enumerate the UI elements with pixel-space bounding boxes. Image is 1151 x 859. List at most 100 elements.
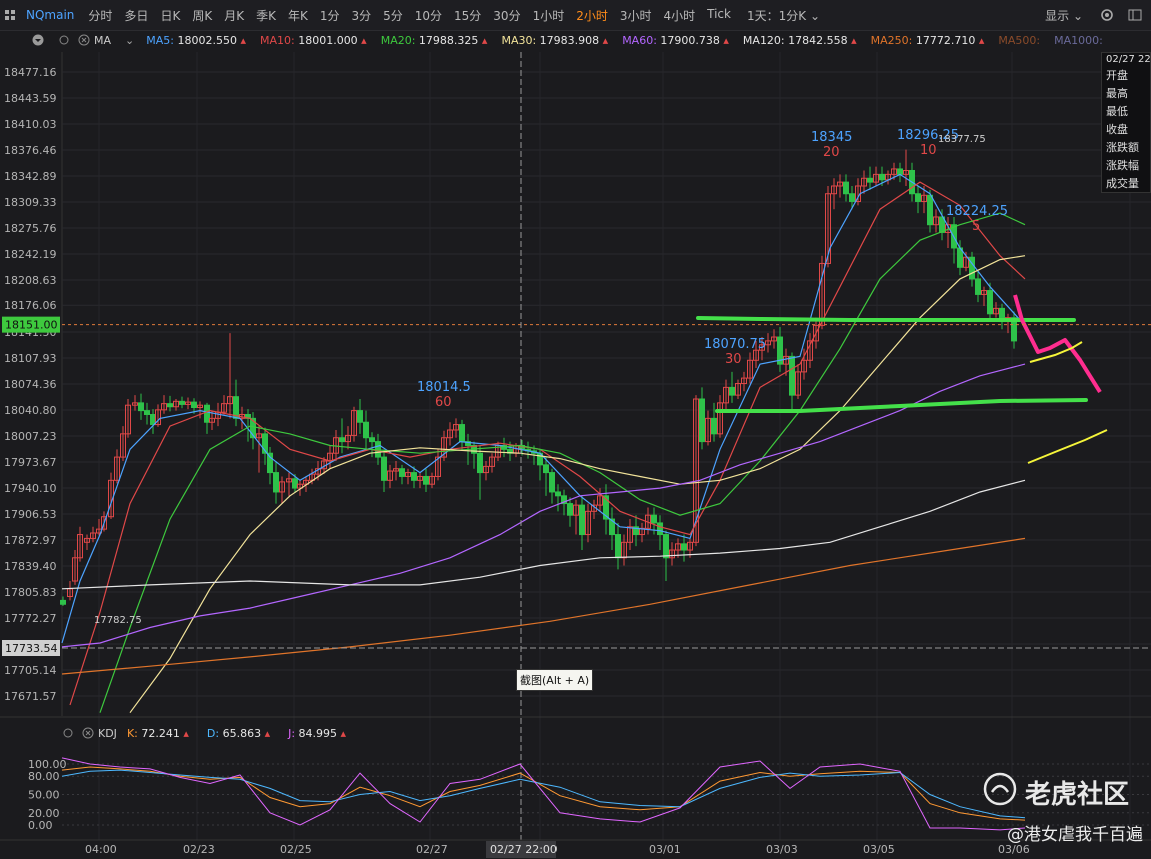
close-icon[interactable] bbox=[78, 723, 98, 743]
candle-body bbox=[549, 472, 555, 493]
y-tick-label: 17973.67 bbox=[4, 456, 57, 469]
y-tick-label: 18208.63 bbox=[4, 274, 57, 287]
kdj-number: 84.995 bbox=[295, 726, 338, 740]
y-tick-label: 18107.93 bbox=[4, 352, 57, 365]
settings-icon[interactable] bbox=[58, 723, 78, 743]
y-tick-label: 18074.36 bbox=[4, 378, 57, 391]
price-annotation: 18377.75 bbox=[938, 134, 986, 145]
ohlc-info-panel: 02/27 22: 开盘 最高 最低 收盘 涨跌额 涨跌幅 成交量 bbox=[1101, 52, 1151, 193]
price-annotation: 20 bbox=[823, 145, 840, 160]
y-tick-label: 18376.46 bbox=[4, 144, 57, 157]
candle-body bbox=[167, 403, 173, 408]
candle-body bbox=[543, 464, 549, 474]
kdj-value: D: 65.863 ▴ bbox=[207, 727, 270, 740]
kdj-indicator-label[interactable]: KDJ bbox=[98, 727, 117, 740]
y-tick-label: 18443.59 bbox=[4, 92, 57, 105]
candle-body bbox=[657, 522, 663, 536]
y-tick-label: 17839.40 bbox=[4, 560, 57, 573]
price-annotation: 30 bbox=[725, 352, 742, 367]
kdj-tick-label: 50.00 bbox=[28, 789, 60, 802]
candle-body bbox=[477, 452, 483, 474]
ma120-line bbox=[61, 479, 1026, 590]
kdj-legend-bar: KDJ K: 72.241 ▴ D: 65.863 ▴ J: 84.995 ▴ bbox=[0, 724, 364, 742]
x-tick-label: 02/23 bbox=[183, 843, 215, 856]
y-tick-label: 17940.10 bbox=[4, 482, 57, 495]
info-row-label: 最高 bbox=[1106, 87, 1128, 100]
candle-body bbox=[179, 400, 185, 405]
candle-body bbox=[729, 386, 735, 396]
price-annotation: 5 bbox=[972, 219, 980, 234]
y-tick-label: 18007.23 bbox=[4, 430, 57, 443]
candle-body bbox=[579, 504, 585, 536]
current-price-label: 18151.00 bbox=[5, 319, 58, 332]
price-annotation: 17782.75 bbox=[94, 615, 142, 626]
candle-body bbox=[411, 472, 417, 481]
author-handle: @港女虐我千百遍 bbox=[1007, 825, 1143, 845]
y-tick-label: 18275.76 bbox=[4, 222, 57, 235]
screenshot-tooltip: 截图(Alt + A) bbox=[516, 669, 594, 691]
y-tick-label: 17805.83 bbox=[4, 586, 57, 599]
y-tick-label: 18176.06 bbox=[4, 299, 57, 312]
y-tick-label: 17872.97 bbox=[4, 534, 57, 547]
arrow-up-icon: ▴ bbox=[337, 726, 347, 740]
watermark-text: 老虎社区 bbox=[1024, 780, 1129, 810]
info-row-label: 收盘 bbox=[1106, 123, 1128, 136]
candle-body bbox=[849, 193, 855, 202]
arrow-up-icon: ▴ bbox=[261, 726, 271, 740]
info-rows: 开盘 最高 最低 收盘 涨跌额 涨跌幅 成交量 bbox=[1102, 66, 1150, 192]
ma10-line bbox=[69, 181, 1026, 706]
candle-body bbox=[879, 173, 885, 181]
candle-body bbox=[555, 491, 561, 497]
candle-body bbox=[711, 417, 717, 435]
watermark: 老虎社区 bbox=[983, 772, 1129, 813]
kdj-tick-label: 20.00 bbox=[28, 807, 60, 820]
x-tick-label: 04:00 bbox=[85, 843, 117, 856]
y-tick-label: 17772.27 bbox=[4, 612, 57, 625]
y-tick-label: 18477.16 bbox=[4, 66, 57, 79]
price-annotation: 18224.25 bbox=[946, 204, 1008, 219]
support-line-upper bbox=[696, 316, 1076, 322]
k-line bbox=[61, 766, 1026, 821]
candle-body bbox=[60, 599, 66, 605]
candle-body bbox=[897, 168, 903, 175]
kdj-value: J: 84.995 ▴ bbox=[288, 727, 346, 740]
d-line bbox=[61, 769, 1026, 819]
y-tick-label: 18040.80 bbox=[4, 404, 57, 417]
candle-body bbox=[381, 456, 387, 481]
candle-body bbox=[699, 398, 705, 443]
candle-body bbox=[357, 410, 363, 423]
price-annotation: 18014.5 bbox=[417, 380, 471, 395]
kdj-number: 65.863 bbox=[219, 726, 262, 740]
candle-body bbox=[204, 404, 210, 423]
kdj-name: D: bbox=[206, 726, 220, 740]
candle-body bbox=[927, 194, 933, 226]
y-tick-label: 18309.33 bbox=[4, 196, 57, 209]
candle-body bbox=[459, 424, 465, 443]
candle-body bbox=[138, 402, 144, 412]
ma20-line bbox=[99, 212, 1026, 713]
candle-body bbox=[867, 177, 873, 183]
candle-body bbox=[987, 290, 993, 315]
info-row-label: 开盘 bbox=[1106, 69, 1128, 82]
y-tick-label: 17906.53 bbox=[4, 508, 57, 521]
candle-body bbox=[191, 401, 197, 409]
candle-body bbox=[843, 181, 849, 195]
candle-body bbox=[663, 534, 669, 559]
candle-body bbox=[423, 475, 429, 485]
kdj-items: K: 72.241 ▴ D: 65.863 ▴ J: 84.995 ▴ bbox=[127, 727, 364, 740]
kdj-tick-label: 100.00 bbox=[28, 758, 67, 771]
arrow-up-icon: ▴ bbox=[179, 726, 189, 740]
candle-body bbox=[363, 421, 369, 439]
info-row-label: 最低 bbox=[1106, 105, 1128, 118]
x-tick-label: 03/01 bbox=[649, 843, 681, 856]
candle-body bbox=[339, 437, 345, 443]
kdj-tick-label: 80.00 bbox=[28, 770, 60, 783]
candle-body bbox=[681, 543, 687, 551]
x-tick-label: 02/27 bbox=[416, 843, 448, 856]
candle-body bbox=[399, 468, 405, 477]
candle-body bbox=[915, 193, 921, 202]
crosshair-date-label: 02/27 22:00 bbox=[490, 843, 557, 856]
candle-body bbox=[144, 410, 150, 415]
price-annotation: 18070.75 bbox=[704, 337, 766, 352]
y-tick-label: 18242.19 bbox=[4, 248, 57, 261]
